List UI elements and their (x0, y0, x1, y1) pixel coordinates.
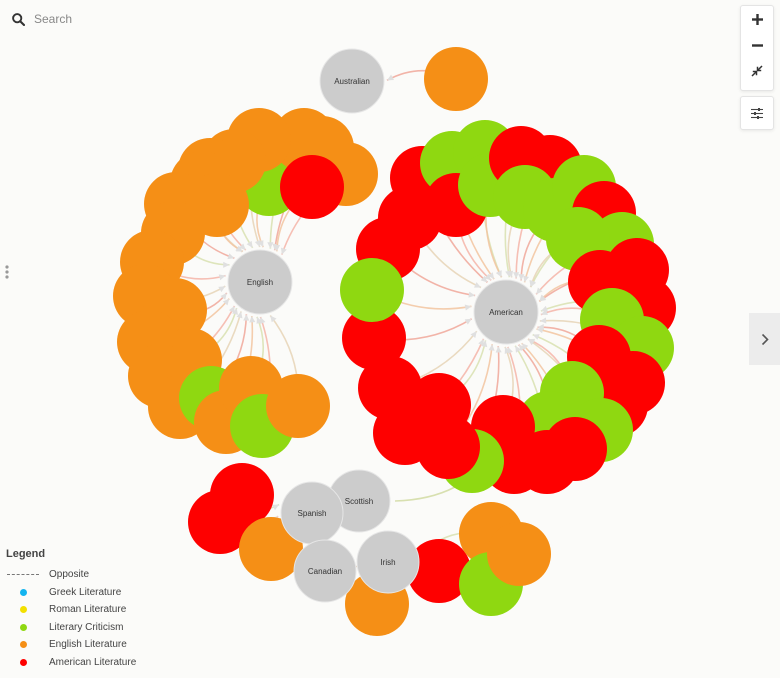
graph-canvas[interactable]: Australian English American Scottish Spanish… (0, 0, 780, 678)
edge-line (394, 486, 456, 502)
zoom-in-button[interactable] (741, 6, 773, 32)
hub-node-english[interactable]: English (227, 249, 293, 315)
color-dot-icon (19, 606, 27, 614)
zoom-out-button[interactable] (741, 32, 773, 58)
edge-arrowhead (243, 314, 250, 321)
legend-item: American Literature (6, 654, 136, 672)
legend-label: Greek Literature (49, 586, 122, 598)
leaf-node[interactable] (487, 522, 551, 586)
hub-label: Australian (334, 77, 370, 86)
color-dot-icon (19, 658, 27, 666)
settings-button[interactable] (740, 96, 774, 130)
hub-label: Scottish (345, 497, 373, 506)
color-dot-icon (19, 623, 27, 631)
color-dot-icon (19, 641, 27, 649)
legend-label: American Literature (49, 656, 137, 668)
edge-arrowhead (267, 242, 274, 249)
leaf-node[interactable] (280, 155, 344, 219)
hub-label: Irish (380, 558, 395, 567)
legend-dash-swatch (6, 574, 40, 576)
legend-item: Opposite (6, 566, 136, 584)
edge-arrowhead (223, 261, 230, 268)
edge-arrowhead (227, 253, 235, 260)
minus-icon (751, 43, 763, 47)
leaf-node[interactable] (340, 258, 404, 322)
leaf-node[interactable] (266, 374, 330, 438)
leaf-node[interactable] (424, 47, 488, 111)
edge-arrowhead (513, 272, 520, 279)
legend-item: Literary Criticism (6, 619, 136, 637)
color-dot-icon (19, 588, 27, 596)
legend-label: Roman Literature (49, 604, 127, 616)
collapse-arrows-icon (751, 65, 763, 77)
edge-arrowhead (518, 274, 525, 281)
edge-arrowhead (254, 240, 261, 248)
hub-label: Canadian (308, 567, 342, 576)
dashed-line-icon (7, 574, 39, 576)
legend-label: Literary Criticism (49, 621, 124, 633)
hub-label: English (247, 278, 273, 287)
plus-icon (751, 13, 763, 25)
edge-arrowhead (536, 327, 544, 334)
legend-title: Legend (6, 548, 46, 560)
hub-label: American (489, 308, 523, 317)
edge-arrowhead (488, 344, 495, 351)
chevron-right-icon (761, 333, 769, 345)
hub-node-american[interactable]: American (473, 279, 539, 345)
legend-item: Greek Literature (6, 584, 136, 602)
search-icon (12, 12, 25, 26)
expand-panel-button[interactable] (749, 313, 780, 365)
hub-label: Spanish (298, 509, 327, 518)
edge-arrowhead (249, 316, 256, 323)
edge-arrowhead (281, 247, 287, 255)
zoom-controls (740, 5, 774, 91)
search-bar[interactable] (12, 10, 234, 28)
nodes-layer: Australian English American Scottish Spanish… (113, 47, 676, 636)
search-input[interactable] (34, 12, 234, 26)
edge-arrowhead (270, 315, 277, 323)
hub-node-canadian[interactable]: Canadian (293, 539, 357, 603)
legend-color-swatch (6, 588, 40, 596)
legend-item: Roman Literature (6, 601, 136, 619)
hub-node-spanish[interactable]: Spanish (280, 481, 344, 545)
edge-arrowhead (464, 304, 472, 311)
edge-arrowhead (539, 317, 547, 324)
edge-arrowhead (495, 346, 502, 353)
dots-vertical-icon (5, 265, 9, 279)
legend-color-swatch (6, 641, 40, 649)
hub-node-australian[interactable]: Australian (319, 48, 385, 114)
edge-arrowhead (259, 316, 266, 324)
legend-color-swatch (6, 623, 40, 631)
legend-label: Opposite (49, 569, 90, 581)
hub-node-irish[interactable]: Irish (356, 530, 420, 594)
legend-label: English Literature (49, 639, 127, 651)
legend: Legend Opposite Greek Literature Roman Lit… (6, 548, 136, 671)
legend-color-swatch (6, 606, 40, 614)
sliders-icon (751, 107, 763, 119)
fit-to-screen-button[interactable] (741, 58, 773, 84)
legend-color-swatch (6, 658, 40, 666)
legend-item: English Literature (6, 636, 136, 654)
drag-handle[interactable] (4, 264, 10, 280)
legend-items: Opposite Greek Literature Roman Literature… (6, 566, 136, 671)
